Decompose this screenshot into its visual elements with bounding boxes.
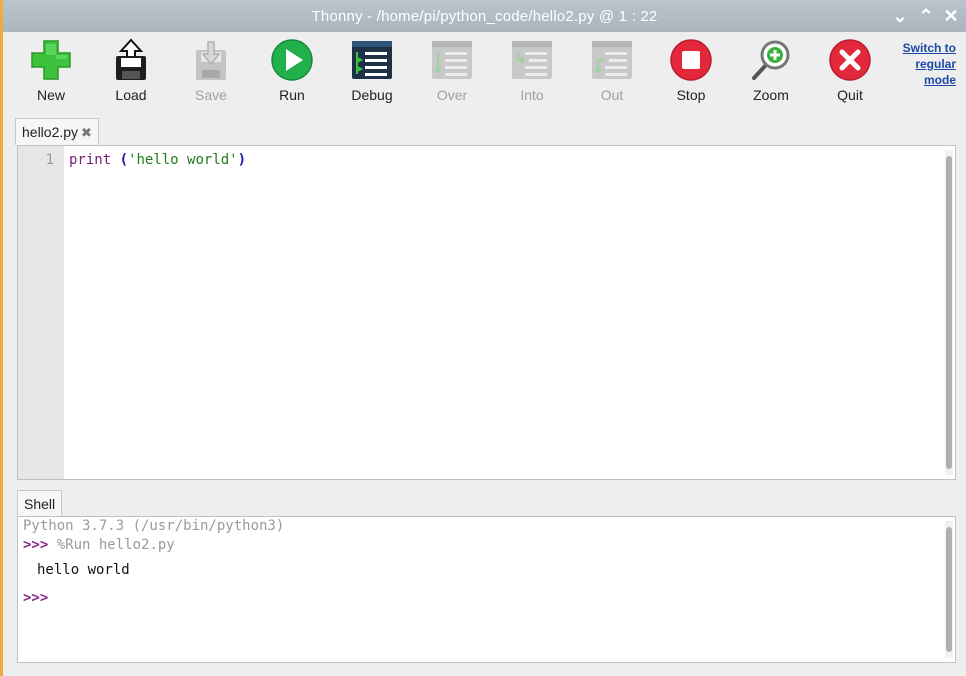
line-number-gutter: 1: [18, 146, 64, 479]
switch-to-regular-mode-link[interactable]: Switch to regular mode: [896, 40, 956, 88]
debug-icon: [352, 41, 392, 79]
stop-icon: [670, 39, 712, 81]
stop-button[interactable]: Stop: [656, 38, 726, 108]
code-string: 'hello world': [128, 152, 238, 168]
tab-close-icon[interactable]: ✖: [81, 125, 92, 140]
code-editor[interactable]: 1 print ('hello world'): [17, 145, 956, 480]
line-number: 1: [45, 152, 54, 168]
close-window-button[interactable]: ✕: [940, 4, 962, 28]
maximize-button[interactable]: ⌃: [915, 4, 937, 28]
run-icon: [271, 39, 313, 81]
save-icon: [196, 41, 226, 80]
minimize-button[interactable]: ⌄: [889, 4, 911, 28]
run-button[interactable]: Run: [257, 38, 327, 108]
shell-banner: Python 3.7.3 (/usr/bin/python3): [23, 518, 285, 534]
step-out-icon: [592, 41, 632, 79]
editor-scrollbar[interactable]: [945, 150, 953, 475]
load-label: Load: [115, 87, 147, 103]
title-bar[interactable]: Thonny - /home/pi/python_code/hello2.py …: [3, 0, 966, 32]
step-into-button[interactable]: Into: [497, 38, 567, 108]
zoom-button[interactable]: Zoom: [736, 38, 806, 108]
code-close-paren: ): [237, 152, 247, 168]
shell-command: %Run hello2.py: [56, 537, 175, 553]
load-button[interactable]: Load: [96, 38, 166, 108]
window-title: Thonny - /home/pi/python_code/hello2.py …: [311, 8, 658, 25]
zoom-label: Zoom: [753, 87, 789, 103]
thonny-window: Thonny - /home/pi/python_code/hello2.py …: [0, 0, 966, 676]
code-keyword: print: [69, 152, 112, 168]
code-line-1[interactable]: print ('hello world'): [69, 152, 246, 168]
new-button[interactable]: New: [16, 38, 86, 108]
editor-scrollbar-thumb[interactable]: [946, 156, 952, 469]
shell-input-line[interactable]: >>>: [23, 590, 48, 606]
shell-scrollbar-thumb[interactable]: [946, 527, 952, 652]
shell-prompt: >>>: [23, 537, 49, 553]
stop-label: Stop: [676, 87, 706, 103]
step-out-button[interactable]: Out: [577, 38, 647, 108]
save-button[interactable]: Save: [176, 38, 246, 108]
load-icon: [116, 38, 146, 80]
shell-panel[interactable]: Python 3.7.3 (/usr/bin/python3) >>> %Run…: [17, 516, 956, 663]
tab-label: hello2.py: [22, 124, 79, 140]
new-icon: [31, 40, 71, 80]
debug-label: Debug: [351, 87, 393, 103]
switch-mode-line-3: mode: [923, 73, 956, 87]
switch-mode-line-2: regular: [915, 57, 956, 71]
debug-button[interactable]: Debug: [337, 38, 407, 108]
tab-hello2-py[interactable]: hello2.py ✖: [15, 118, 99, 145]
toolbar: New Load Save Run Debug Over Into Out St…: [3, 32, 966, 112]
step-over-label: Over: [436, 87, 468, 103]
quit-button[interactable]: Quit: [815, 38, 885, 108]
switch-mode-line-1: Switch to: [902, 41, 956, 55]
tab-shell[interactable]: Shell: [17, 490, 63, 517]
step-out-label: Out: [600, 87, 624, 103]
zoom-icon: [752, 40, 790, 80]
shell-command-line: >>> %Run hello2.py: [23, 537, 175, 553]
shell-prompt-current: >>>: [23, 590, 49, 606]
new-label: New: [36, 87, 65, 103]
quit-icon: [829, 39, 871, 81]
run-label: Run: [279, 87, 305, 103]
save-label: Save: [195, 87, 227, 103]
shell-scrollbar[interactable]: [945, 521, 953, 658]
step-over-icon: [432, 41, 472, 79]
step-over-button[interactable]: Over: [417, 38, 487, 108]
quit-label: Quit: [837, 87, 863, 103]
code-open-paren: (: [119, 152, 129, 168]
step-into-label: Into: [520, 87, 544, 103]
step-into-icon: [512, 41, 552, 79]
shell-output: hello world: [37, 562, 130, 578]
